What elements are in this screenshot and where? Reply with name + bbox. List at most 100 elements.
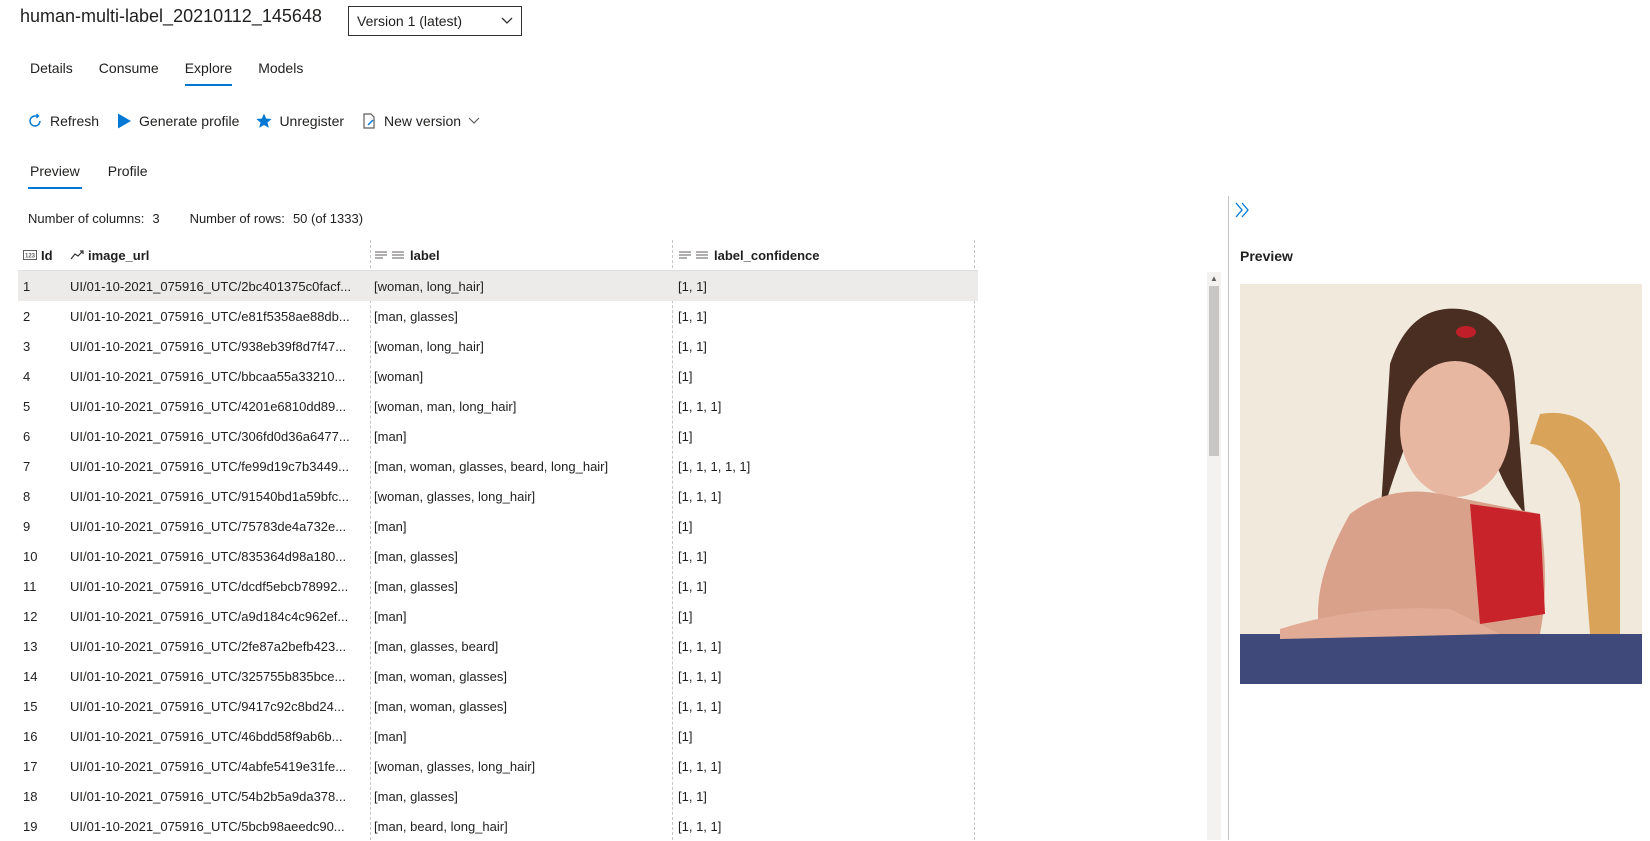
cell-image-url: UI/01-10-2021_075916_UTC/5bcb98aeedc90..… [70,818,345,834]
cell-label: [man, woman, glasses] [374,668,507,684]
cell-id: 2 [23,308,31,324]
new-version-button[interactable]: New version [360,112,481,130]
cell-label: [man] [374,728,407,744]
cell-image-url: UI/01-10-2021_075916_UTC/4201e6810dd89..… [70,398,347,414]
table-row[interactable]: 4 UI/01-10-2021_075916_UTC/bbcaa55a33210.… [18,361,978,391]
table-row[interactable]: 1 UI/01-10-2021_075916_UTC/2bc401375c0fac… [18,271,978,301]
cell-label: [woman, glasses, long_hair] [374,488,536,504]
column-header-label-confidence[interactable]: label_confidence [672,248,972,263]
table-row[interactable]: 2 UI/01-10-2021_075916_UTC/e81f5358ae88db… [18,301,978,331]
cell-id: 7 [23,458,31,474]
column-header-image-url[interactable]: image_url [66,248,370,263]
column-header-label[interactable]: label [370,248,672,263]
command-bar: Refresh Generate profile Unregister New … [26,112,497,130]
cell-image-url: UI/01-10-2021_075916_UTC/46bdd58f9ab6b..… [70,728,343,744]
star-icon [255,112,273,130]
cell-label-confidence: [1, 1, 1] [678,638,722,654]
cell-label: [woman, glasses, long_hair] [374,758,536,774]
tab-explore[interactable]: Explore [184,60,233,86]
table-row[interactable]: 17 UI/01-10-2021_075916_UTC/4abfe5419e31f… [18,751,978,781]
cell-label-confidence: [1, 1, 1, 1, 1] [678,458,751,474]
cell-id: 18 [23,788,38,804]
table-row[interactable]: 14 UI/01-10-2021_075916_UTC/325755b835bce… [18,661,978,691]
scroll-up-arrow-icon[interactable]: ▲ [1210,274,1218,283]
cell-image-url: UI/01-10-2021_075916_UTC/a9d184c4c962ef.… [70,608,349,624]
cell-label: [man, beard, long_hair] [374,818,508,834]
cell-label-confidence: [1, 1] [678,308,707,324]
play-icon [115,112,133,130]
generate-profile-label: Generate profile [139,113,240,129]
cell-image-url: UI/01-10-2021_075916_UTC/75783de4a732e..… [70,518,347,534]
cell-label: [man, glasses] [374,308,458,324]
table-row[interactable]: 3 UI/01-10-2021_075916_UTC/938eb39f8d7f47… [18,331,978,361]
cell-label: [man, glasses] [374,548,458,564]
table-row[interactable]: 15 UI/01-10-2021_075916_UTC/9417c92c8bd24… [18,691,978,721]
column-header-id[interactable]: 123 Id [18,248,66,263]
generate-profile-button[interactable]: Generate profile [115,112,239,130]
cell-label: [man, glasses] [374,788,458,804]
table-row[interactable]: 7 UI/01-10-2021_075916_UTC/fe99d19c7b3449… [18,451,978,481]
cell-image-url: UI/01-10-2021_075916_UTC/835364d98a180..… [70,548,347,564]
cell-image-url: UI/01-10-2021_075916_UTC/306fd0d36a6477.… [70,428,350,444]
grid-scrollbar[interactable]: ▲ [1207,272,1221,840]
cell-id: 11 [23,578,37,594]
table-row[interactable]: 12 UI/01-10-2021_075916_UTC/a9d184c4c962e… [18,601,978,631]
cell-id: 9 [23,518,31,534]
cell-label-confidence: [1, 1, 1] [678,398,722,414]
panel-divider [1228,196,1229,840]
cell-label: [man, glasses] [374,578,458,594]
table-row[interactable]: 5 UI/01-10-2021_075916_UTC/4201e6810dd89.… [18,391,978,421]
cell-image-url: UI/01-10-2021_075916_UTC/e81f5358ae88db.… [70,308,350,324]
cell-id: 10 [23,548,38,564]
version-dropdown[interactable]: Version 1 (latest) [348,6,522,36]
preview-panel-title: Preview [1240,248,1293,264]
table-row[interactable]: 19 UI/01-10-2021_075916_UTC/5bcb98aeedc90… [18,811,978,841]
cell-label-confidence: [1, 1, 1] [678,818,722,834]
cell-id: 15 [23,698,38,714]
cell-id: 8 [23,488,31,504]
tab-details[interactable]: Details [30,60,73,86]
cell-image-url: UI/01-10-2021_075916_UTC/91540bd1a59bfc.… [70,488,349,504]
cell-label: [woman] [374,368,424,384]
cell-label-confidence: [1, 1, 1] [678,488,722,504]
cell-label: [man] [374,608,407,624]
columns-count: Number of columns: 3 [28,211,160,226]
table-row[interactable]: 13 UI/01-10-2021_075916_UTC/2fe87a2befb42… [18,631,978,661]
trend-icon [70,250,84,260]
table-row[interactable]: 18 UI/01-10-2021_075916_UTC/54b2b5a9da378… [18,781,978,811]
cell-image-url: UI/01-10-2021_075916_UTC/54b2b5a9da378..… [70,788,347,804]
cell-id: 1 [23,278,31,294]
cell-id: 16 [23,728,38,744]
cell-label-confidence: [1] [678,518,693,534]
cell-image-url: UI/01-10-2021_075916_UTC/dcdf5ebcb78992.… [70,578,349,594]
cell-id: 14 [23,668,38,684]
cell-label-confidence: [1, 1] [678,788,707,804]
cell-id: 4 [23,368,31,384]
table-row[interactable]: 6 UI/01-10-2021_075916_UTC/306fd0d36a6477… [18,421,978,451]
tab-models[interactable]: Models [258,60,303,86]
tab-consume[interactable]: Consume [99,60,159,86]
table-row[interactable]: 8 UI/01-10-2021_075916_UTC/91540bd1a59bfc… [18,481,978,511]
refresh-button[interactable]: Refresh [26,112,99,130]
main-tabs: Details Consume Explore Models [30,60,329,86]
dataset-stats: Number of columns: 3 Number of rows: 50 (o… [28,211,363,226]
table-row[interactable]: 9 UI/01-10-2021_075916_UTC/75783de4a732e.… [18,511,978,541]
grid-body: 1 UI/01-10-2021_075916_UTC/2bc401375c0fac… [18,271,978,841]
cell-label: [man, glasses, beard] [374,638,499,654]
cell-image-url: UI/01-10-2021_075916_UTC/4abfe5419e31fe.… [70,758,347,774]
cell-id: 19 [23,818,38,834]
cell-label: [woman, long_hair] [374,278,484,294]
double-chevron-right-icon[interactable] [1232,200,1252,220]
table-row[interactable]: 10 UI/01-10-2021_075916_UTC/835364d98a180… [18,541,978,571]
cell-label: [woman, long_hair] [374,338,484,354]
explore-subtabs: Preview Profile [28,163,175,189]
table-row[interactable]: 11 UI/01-10-2021_075916_UTC/dcdf5ebcb7899… [18,571,978,601]
tab-profile[interactable]: Profile [108,163,148,189]
table-row[interactable]: 16 UI/01-10-2021_075916_UTC/46bdd58f9ab6b… [18,721,978,751]
text-type-icon [678,250,710,260]
cell-label-confidence: [1] [678,428,693,444]
cell-label: [woman, man, long_hair] [374,398,517,414]
scrollbar-thumb[interactable] [1209,286,1219,456]
unregister-button[interactable]: Unregister [255,112,344,130]
tab-preview[interactable]: Preview [28,163,82,189]
